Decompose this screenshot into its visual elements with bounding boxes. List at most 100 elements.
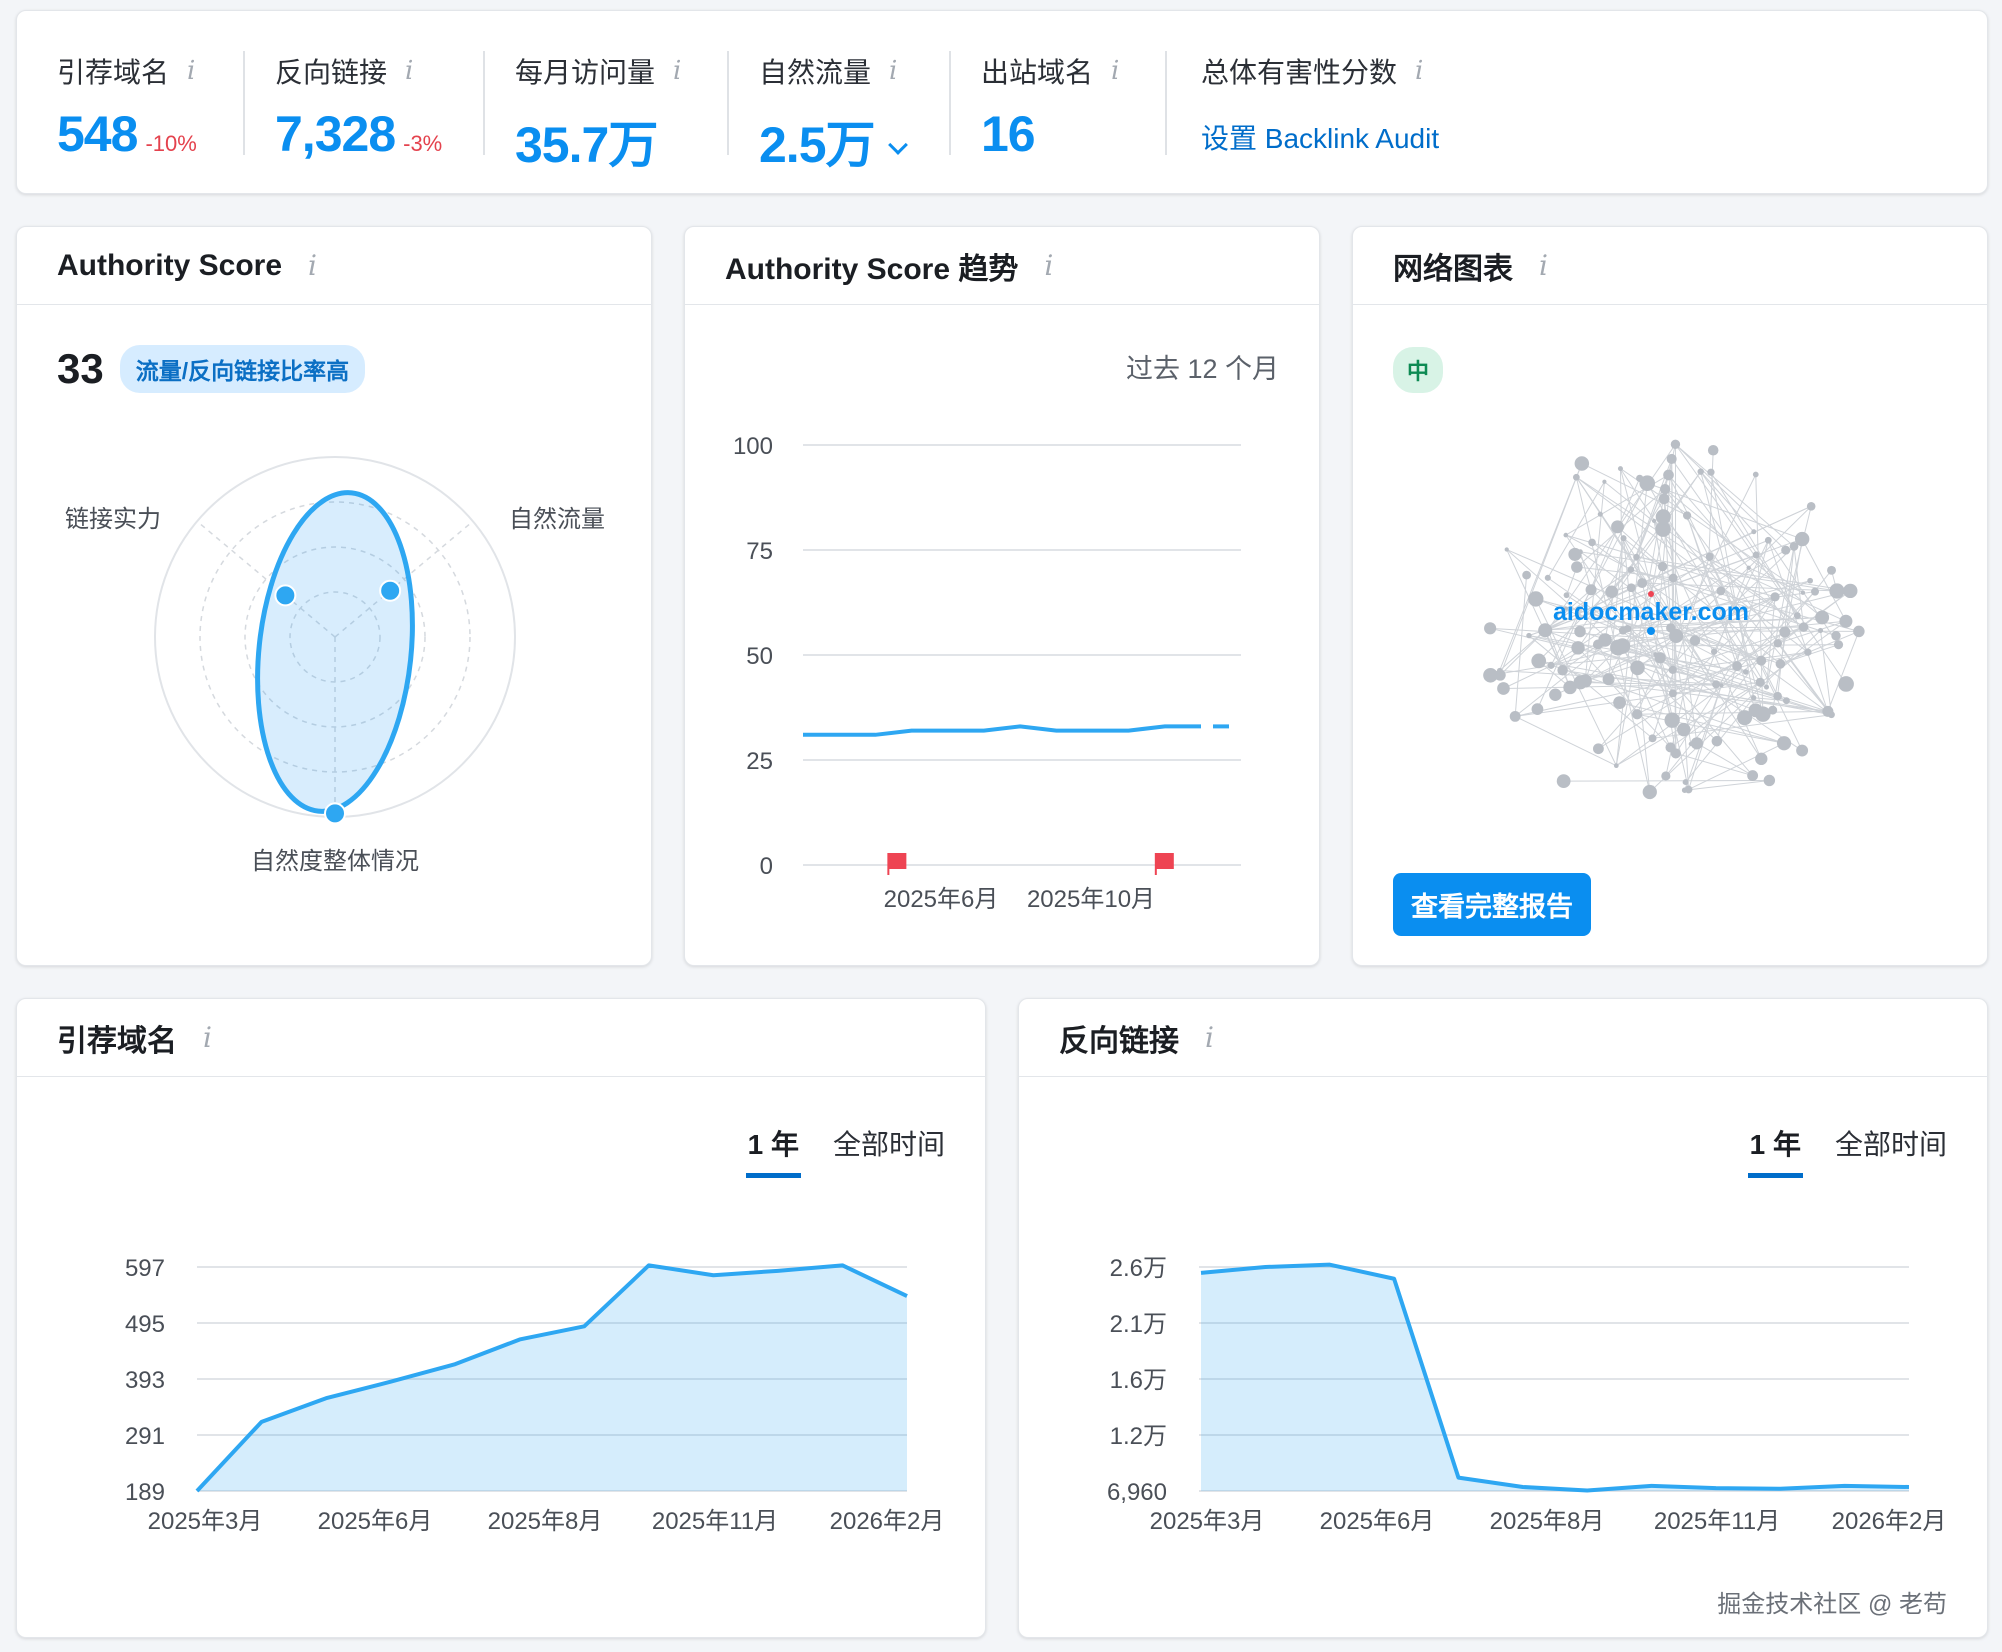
network-node [1668, 665, 1677, 674]
backlink-audit-link[interactable]: 设置 Backlink Audit [1201, 117, 1439, 157]
metric-backlinks[interactable]: 反向链接 i 7,328 -3% [275, 51, 442, 163]
network-node [1829, 583, 1845, 599]
authority-trend-card: Authority Score 趋势 i 过去 12 个月 0 25 50 75 100 2… [684, 226, 1320, 966]
network-node [1661, 771, 1671, 781]
watermark: 掘金技术社区 @ 老苟 [1717, 1591, 1947, 1618]
network-node [1689, 635, 1701, 646]
network-node [1657, 561, 1668, 572]
network-node [1828, 711, 1835, 719]
network-graph: aidocmaker.com [1483, 439, 1865, 800]
network-node [1737, 710, 1753, 726]
network-node [1755, 677, 1765, 687]
network-node [1755, 752, 1768, 766]
radar-chart [154, 456, 516, 825]
network-node [1522, 570, 1531, 580]
network-node [1768, 705, 1778, 715]
network-node [1531, 703, 1544, 715]
network-node [1688, 741, 1694, 747]
network-node [1620, 535, 1627, 542]
y-tick-label: 75 [746, 538, 773, 565]
trend-line [803, 724, 1201, 737]
network-edge [1700, 471, 1764, 715]
network-node [1557, 665, 1568, 676]
divider [727, 51, 729, 155]
network-edge [1563, 779, 1770, 782]
network-node [1539, 624, 1550, 635]
network-node [1668, 573, 1678, 583]
network-node [1526, 632, 1532, 639]
network-node [1776, 736, 1792, 751]
y-tick-label: 2.1万 [1110, 1311, 1167, 1338]
y-tick-label: 1.2万 [1110, 1423, 1167, 1450]
metric-value[interactable]: 16 [981, 105, 1036, 163]
metric-delta: -10% [145, 131, 197, 156]
network-node [1752, 471, 1759, 478]
info-icon[interactable]: i [889, 56, 897, 86]
metric-monthly-visits[interactable]: 每月访问量 i 35.7万 [515, 51, 681, 177]
network-node [1484, 622, 1497, 635]
network-node [1509, 710, 1521, 722]
network-node [1655, 509, 1671, 525]
radar-point [324, 802, 346, 825]
network-node [1602, 673, 1615, 686]
network-node [1544, 574, 1551, 581]
radar-shape [255, 490, 415, 814]
network-node [1773, 639, 1782, 648]
metric-value[interactable]: 548 [57, 105, 138, 163]
x-tick-label: 2025年10月 [1027, 886, 1155, 913]
metric-organic-traffic[interactable]: 自然流量 i 2.5万 [759, 51, 908, 177]
metric-outbound-domains[interactable]: 出站域名 i 16 [981, 51, 1119, 163]
referring-domains-card: 引荐域名 i 1 年 全部时间 189 291 393 495 597 2025年3月 202… [16, 998, 986, 1638]
y-tick-label: 291 [125, 1423, 165, 1450]
metric-referring-domains[interactable]: 引荐域名 i 548 -10% [57, 51, 197, 163]
network-node [1605, 585, 1618, 598]
metric-toxicity: 总体有害性分数 i 设置 Backlink Audit [1201, 51, 1439, 157]
info-icon[interactable]: i [1111, 56, 1119, 86]
info-icon[interactable]: i [673, 56, 681, 86]
network-node [1572, 473, 1580, 481]
radar-point [274, 584, 297, 607]
info-icon[interactable]: i [405, 56, 413, 86]
network-node [1817, 627, 1824, 634]
network-node [1592, 743, 1604, 755]
network-node [1798, 622, 1809, 632]
y-tick-label: 0 [760, 853, 773, 880]
network-node [1782, 697, 1790, 705]
metric-value[interactable]: 2.5万 [759, 105, 876, 177]
metric-value[interactable]: 7,328 [275, 105, 396, 163]
divider [243, 51, 245, 155]
network-edge [1675, 443, 1795, 547]
network-node [1613, 696, 1626, 710]
network-node [1807, 577, 1813, 584]
metric-label: 自然流量 [759, 57, 872, 88]
x-tick-label: 2025年8月 [1490, 1508, 1605, 1535]
network-node [1648, 734, 1657, 743]
view-full-report-button[interactable]: 查看完整报告 [1393, 873, 1591, 936]
network-node [1831, 631, 1841, 641]
metric-label: 总体有害性分数 [1201, 57, 1398, 88]
flag-icon [1155, 853, 1174, 869]
chevron-down-icon[interactable] [887, 135, 908, 155]
network-node [1773, 691, 1782, 701]
network-node [1633, 553, 1640, 561]
divider [1165, 51, 1167, 155]
network-node [1571, 641, 1585, 655]
network-node [1574, 456, 1590, 471]
network-node [1746, 565, 1751, 570]
network-node [1665, 742, 1676, 753]
network-node [1632, 709, 1643, 720]
network-node [1563, 680, 1577, 695]
y-tick-label: 393 [125, 1367, 165, 1394]
network-node [1804, 648, 1812, 656]
network-node [1597, 511, 1603, 517]
network-edge [1499, 463, 1583, 676]
metric-label: 反向链接 [275, 57, 388, 88]
network-node [1811, 587, 1820, 596]
metrics-bar: 引荐域名 i 548 -10% 反向链接 i 7,328 -3% 每月访问量 i 35.7… [16, 10, 1988, 194]
network-node [1756, 655, 1767, 666]
info-icon[interactable]: i [1415, 56, 1423, 86]
network-node [1752, 551, 1760, 559]
network-node [1775, 659, 1786, 669]
info-icon[interactable]: i [187, 56, 195, 86]
metric-value[interactable]: 35.7万 [515, 105, 658, 177]
